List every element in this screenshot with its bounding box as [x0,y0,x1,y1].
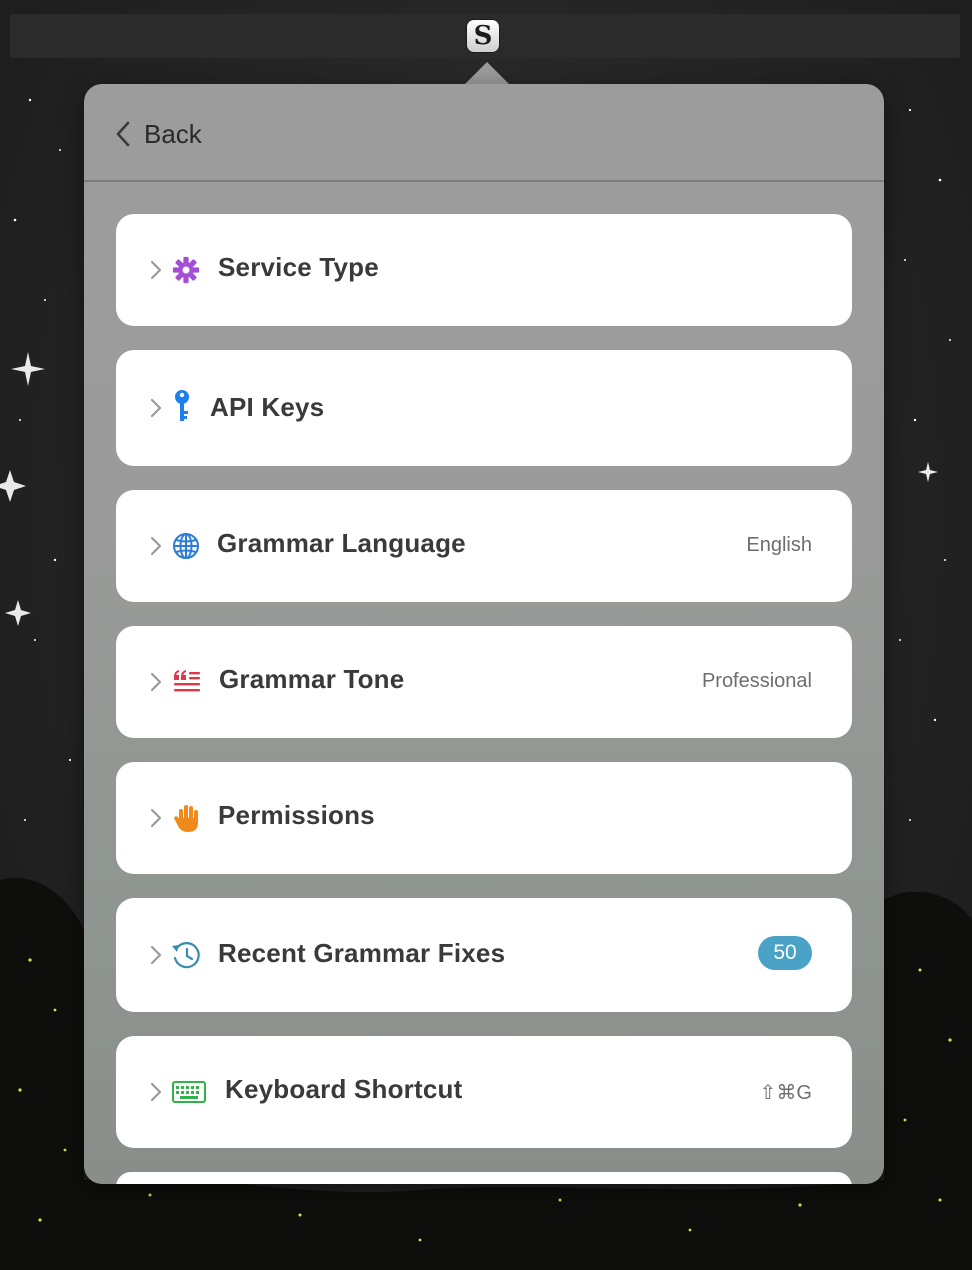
settings-row-partial[interactable] [116,1172,852,1184]
app-menu-bar-icon[interactable]: S [467,20,499,52]
popover-header: Back [84,84,884,182]
settings-row-keyboard-shortcut[interactable]: Keyboard Shortcut ⇧⌘G [116,1036,852,1148]
settings-row-label: Keyboard Shortcut [225,1074,463,1104]
settings-row-label: Recent Grammar Fixes [218,938,506,968]
grammar-tone-value: Professional [701,670,812,692]
settings-row-label: Grammar Language [217,528,466,558]
recent-fixes-count-badge: 50 [758,936,812,970]
globe-icon [170,530,202,562]
keyboard-icon [172,1076,206,1108]
settings-row-label: Permissions [218,800,375,830]
chevron-right-icon [150,1082,162,1102]
settings-row-permissions[interactable]: Permissions [116,762,852,874]
settings-list: Service Type API Keys Grammar Language E… [116,214,852,1184]
settings-row-label: API Keys [210,392,325,422]
chevron-left-icon [116,121,130,147]
settings-row-service-type[interactable]: Service Type [116,214,852,326]
settings-row-recent-grammar-fixes[interactable]: Recent Grammar Fixes 50 [116,898,852,1012]
chevron-right-icon [150,945,162,965]
settings-row-label: Service Type [218,252,379,282]
settings-row-grammar-tone[interactable]: Grammar Tone Professional [116,626,852,738]
history-icon [170,939,202,971]
chevron-right-icon [150,672,162,692]
chevron-right-icon [150,808,162,828]
settings-row-label: Grammar Tone [219,664,405,694]
gear-icon [170,254,202,286]
back-button[interactable]: Back [114,114,202,154]
settings-row-api-keys[interactable]: API Keys [116,350,852,466]
keyboard-shortcut-value: ⇧⌘G [759,1082,812,1104]
settings-popover: Back Service Type API Keys Grammar Langu… [84,84,884,1184]
chevron-right-icon [150,536,162,556]
quote-lines-icon [171,666,203,698]
key-icon [166,390,198,422]
popover-arrow [463,62,511,86]
hand-icon [171,802,203,834]
grammar-language-value: English [746,534,812,556]
chevron-right-icon [150,398,162,418]
back-label: Back [144,118,202,149]
settings-row-grammar-language[interactable]: Grammar Language English [116,490,852,602]
chevron-right-icon [150,260,162,280]
